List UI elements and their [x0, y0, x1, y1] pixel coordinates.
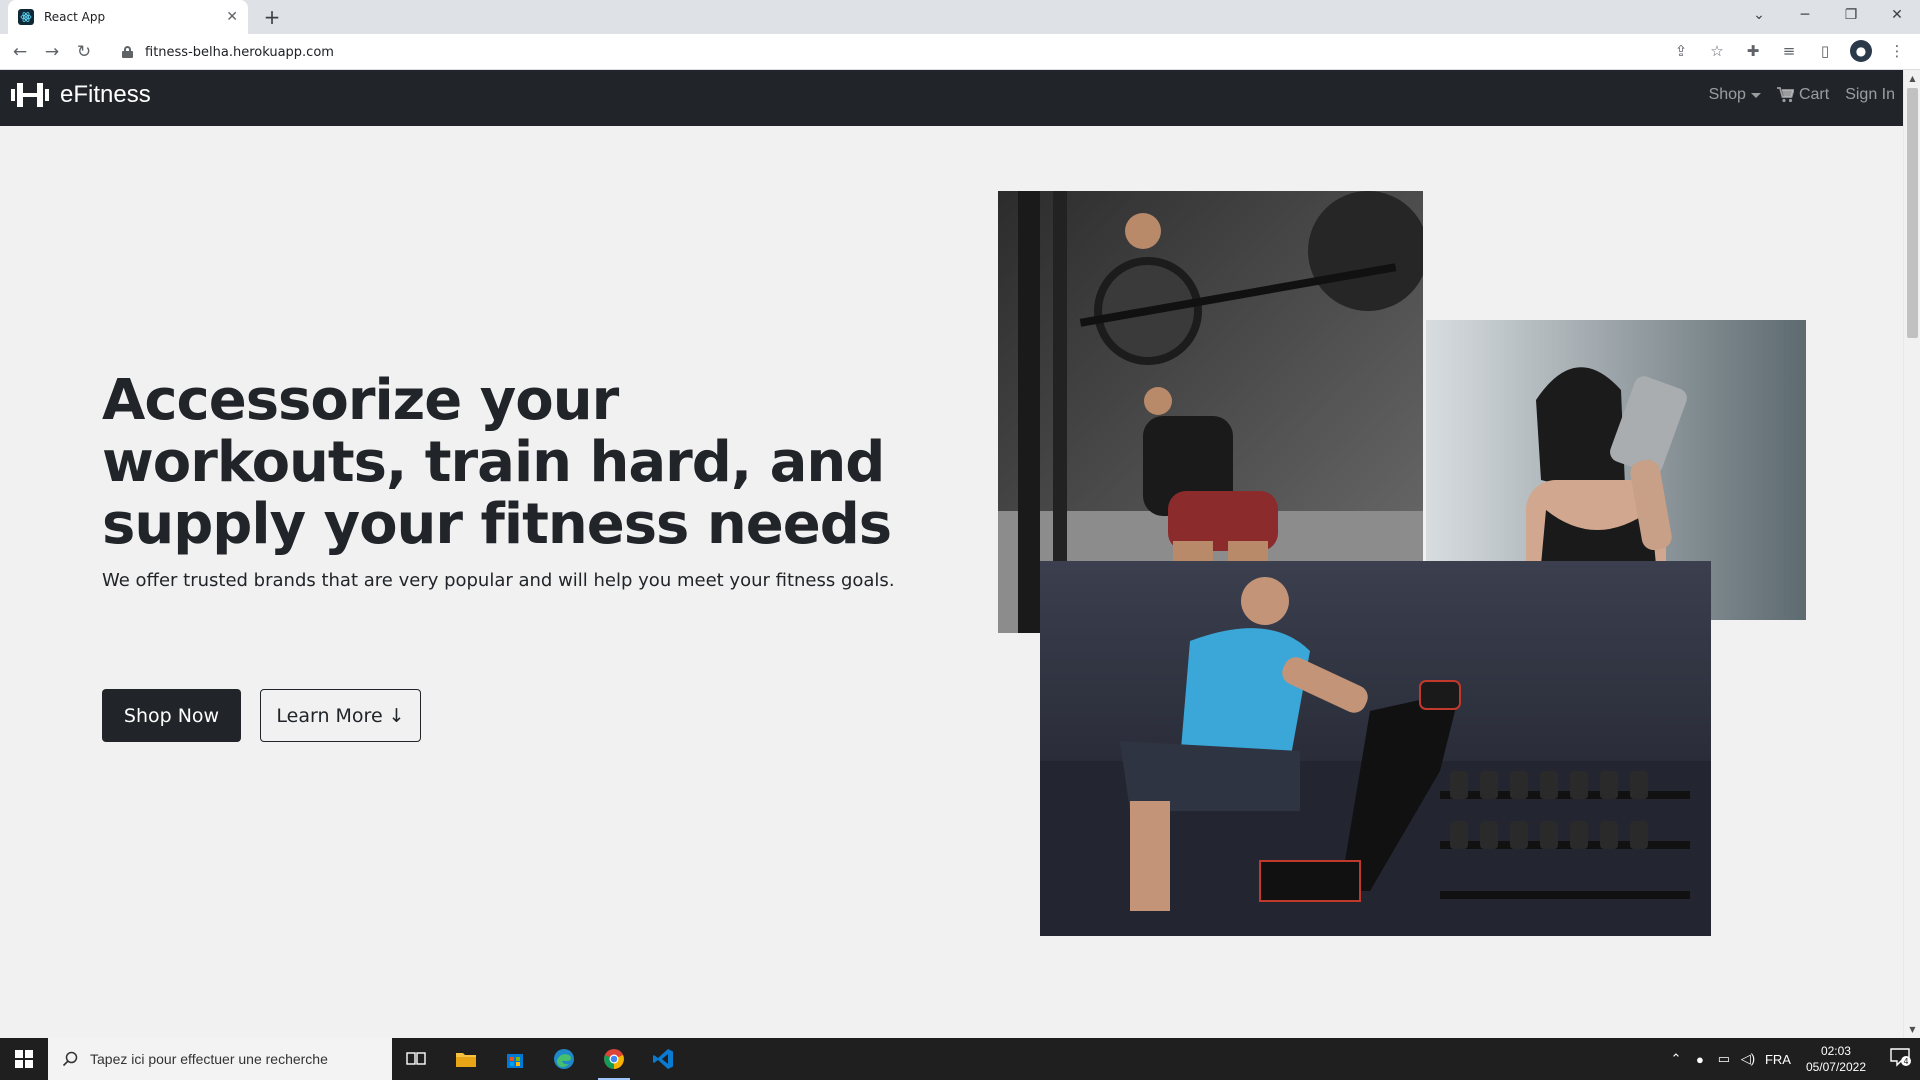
- shop-label: Shop: [1708, 86, 1746, 103]
- new-tab-button[interactable]: +: [258, 3, 286, 31]
- windows-taskbar: Tapez ici pour effectuer une recherche ⌃…: [0, 1038, 1920, 1080]
- windows-start-icon[interactable]: [0, 1038, 48, 1080]
- microsoft-store-icon[interactable]: [491, 1038, 539, 1080]
- tab-title: React App: [44, 10, 106, 24]
- language-indicator[interactable]: FRA: [1760, 1052, 1796, 1067]
- volume-icon[interactable]: ◁): [1736, 1051, 1760, 1067]
- url-text: fitness-belha.herokuapp.com: [145, 44, 334, 60]
- address-bar[interactable]: fitness-belha.herokuapp.com: [108, 38, 1708, 66]
- page-viewport: eFitness Shop Cart Sign In Accessorize y…: [0, 70, 1903, 1038]
- site-navbar: eFitness Shop Cart Sign In: [0, 70, 1903, 126]
- hero-subtitle: We offer trusted brands that are very po…: [102, 570, 895, 591]
- clock-date: 05/07/2022: [1805, 1060, 1866, 1074]
- vscode-icon[interactable]: [639, 1038, 687, 1080]
- chrome-browser-icon[interactable]: [590, 1038, 638, 1080]
- page-scrollbar[interactable]: ▲ ▼: [1903, 70, 1920, 1038]
- system-tray: ⌃ ● ▭ ◁) FRA 02:03 05/07/2022 4: [1664, 1038, 1920, 1080]
- scroll-thumb[interactable]: [1907, 88, 1918, 338]
- share-icon[interactable]: ⇪: [1670, 40, 1692, 62]
- hero-title: Accessorize your workouts, train hard, a…: [102, 368, 892, 557]
- browser-tabstrip: React App ✕ + ⌄ ─ ❐ ✕: [0, 0, 1920, 34]
- tray-overflow-chevron-icon[interactable]: ⌃: [1664, 1051, 1688, 1067]
- back-icon[interactable]: ←: [8, 40, 32, 64]
- notification-count: 4: [1903, 1057, 1908, 1066]
- tab-search-icon[interactable]: ⌄: [1736, 7, 1782, 23]
- edge-browser-icon[interactable]: [540, 1038, 588, 1080]
- extensions-icon[interactable]: ✚: [1742, 40, 1764, 62]
- nav-links: Shop Cart Sign In: [1709, 86, 1895, 104]
- learn-more-button[interactable]: Learn More ↓: [260, 689, 421, 742]
- notification-center-icon[interactable]: 4: [1880, 1047, 1920, 1072]
- reload-icon[interactable]: ↻: [72, 40, 96, 64]
- shop-now-button[interactable]: Shop Now: [102, 689, 241, 742]
- menu-kebab-icon[interactable]: ⋮: [1886, 40, 1908, 62]
- toolbar-icons: ⇪ ☆ ✚ ≡ ▯ ● ⋮: [1670, 40, 1908, 62]
- react-favicon-icon: [18, 9, 34, 25]
- forward-icon[interactable]: →: [40, 40, 64, 64]
- scroll-up-icon[interactable]: ▲: [1904, 70, 1920, 87]
- window-controls: ⌄ ─ ❐ ✕: [1736, 0, 1920, 30]
- minimize-icon[interactable]: ─: [1782, 7, 1828, 23]
- profile-avatar-icon[interactable]: ●: [1850, 40, 1872, 62]
- cycling-photo: [1040, 561, 1711, 936]
- browser-tab[interactable]: React App ✕: [8, 0, 248, 34]
- cart-label: Cart: [1798, 86, 1830, 103]
- media-queue-icon[interactable]: ≡: [1778, 40, 1800, 62]
- cart-icon: [1776, 87, 1794, 103]
- caret-down-icon: [1750, 92, 1761, 98]
- task-view-icon[interactable]: [392, 1038, 440, 1080]
- clock[interactable]: 02:03 05/07/2022: [1806, 1043, 1866, 1075]
- clock-time: 02:03: [1820, 1044, 1851, 1058]
- sign-in-link[interactable]: Sign In: [1845, 86, 1895, 104]
- cart-link[interactable]: Cart: [1776, 86, 1830, 104]
- search-icon: [62, 1051, 78, 1067]
- tab-close-icon[interactable]: ✕: [226, 9, 238, 25]
- close-window-icon[interactable]: ✕: [1874, 7, 1920, 23]
- shop-dropdown[interactable]: Shop: [1709, 86, 1761, 104]
- file-explorer-icon[interactable]: [442, 1038, 490, 1080]
- bookmark-star-icon[interactable]: ☆: [1706, 40, 1728, 62]
- restore-icon[interactable]: ❐: [1828, 7, 1874, 23]
- microphone-icon[interactable]: ●: [1688, 1052, 1712, 1067]
- search-placeholder: Tapez ici pour effectuer une recherche: [90, 1051, 328, 1067]
- browser-toolbar: ← → ↻ fitness-belha.herokuapp.com ⇪ ☆ ✚ …: [0, 34, 1920, 70]
- scroll-down-icon[interactable]: ▼: [1904, 1021, 1920, 1038]
- taskbar-search-input[interactable]: Tapez ici pour effectuer une recherche: [48, 1038, 392, 1080]
- dumbbell-logo-icon: [11, 83, 49, 107]
- brand-name: eFitness: [60, 81, 151, 108]
- lock-icon: [122, 46, 133, 58]
- brand-link[interactable]: eFitness: [10, 80, 151, 110]
- side-panel-icon[interactable]: ▯: [1814, 40, 1836, 62]
- network-icon[interactable]: ▭: [1712, 1051, 1736, 1067]
